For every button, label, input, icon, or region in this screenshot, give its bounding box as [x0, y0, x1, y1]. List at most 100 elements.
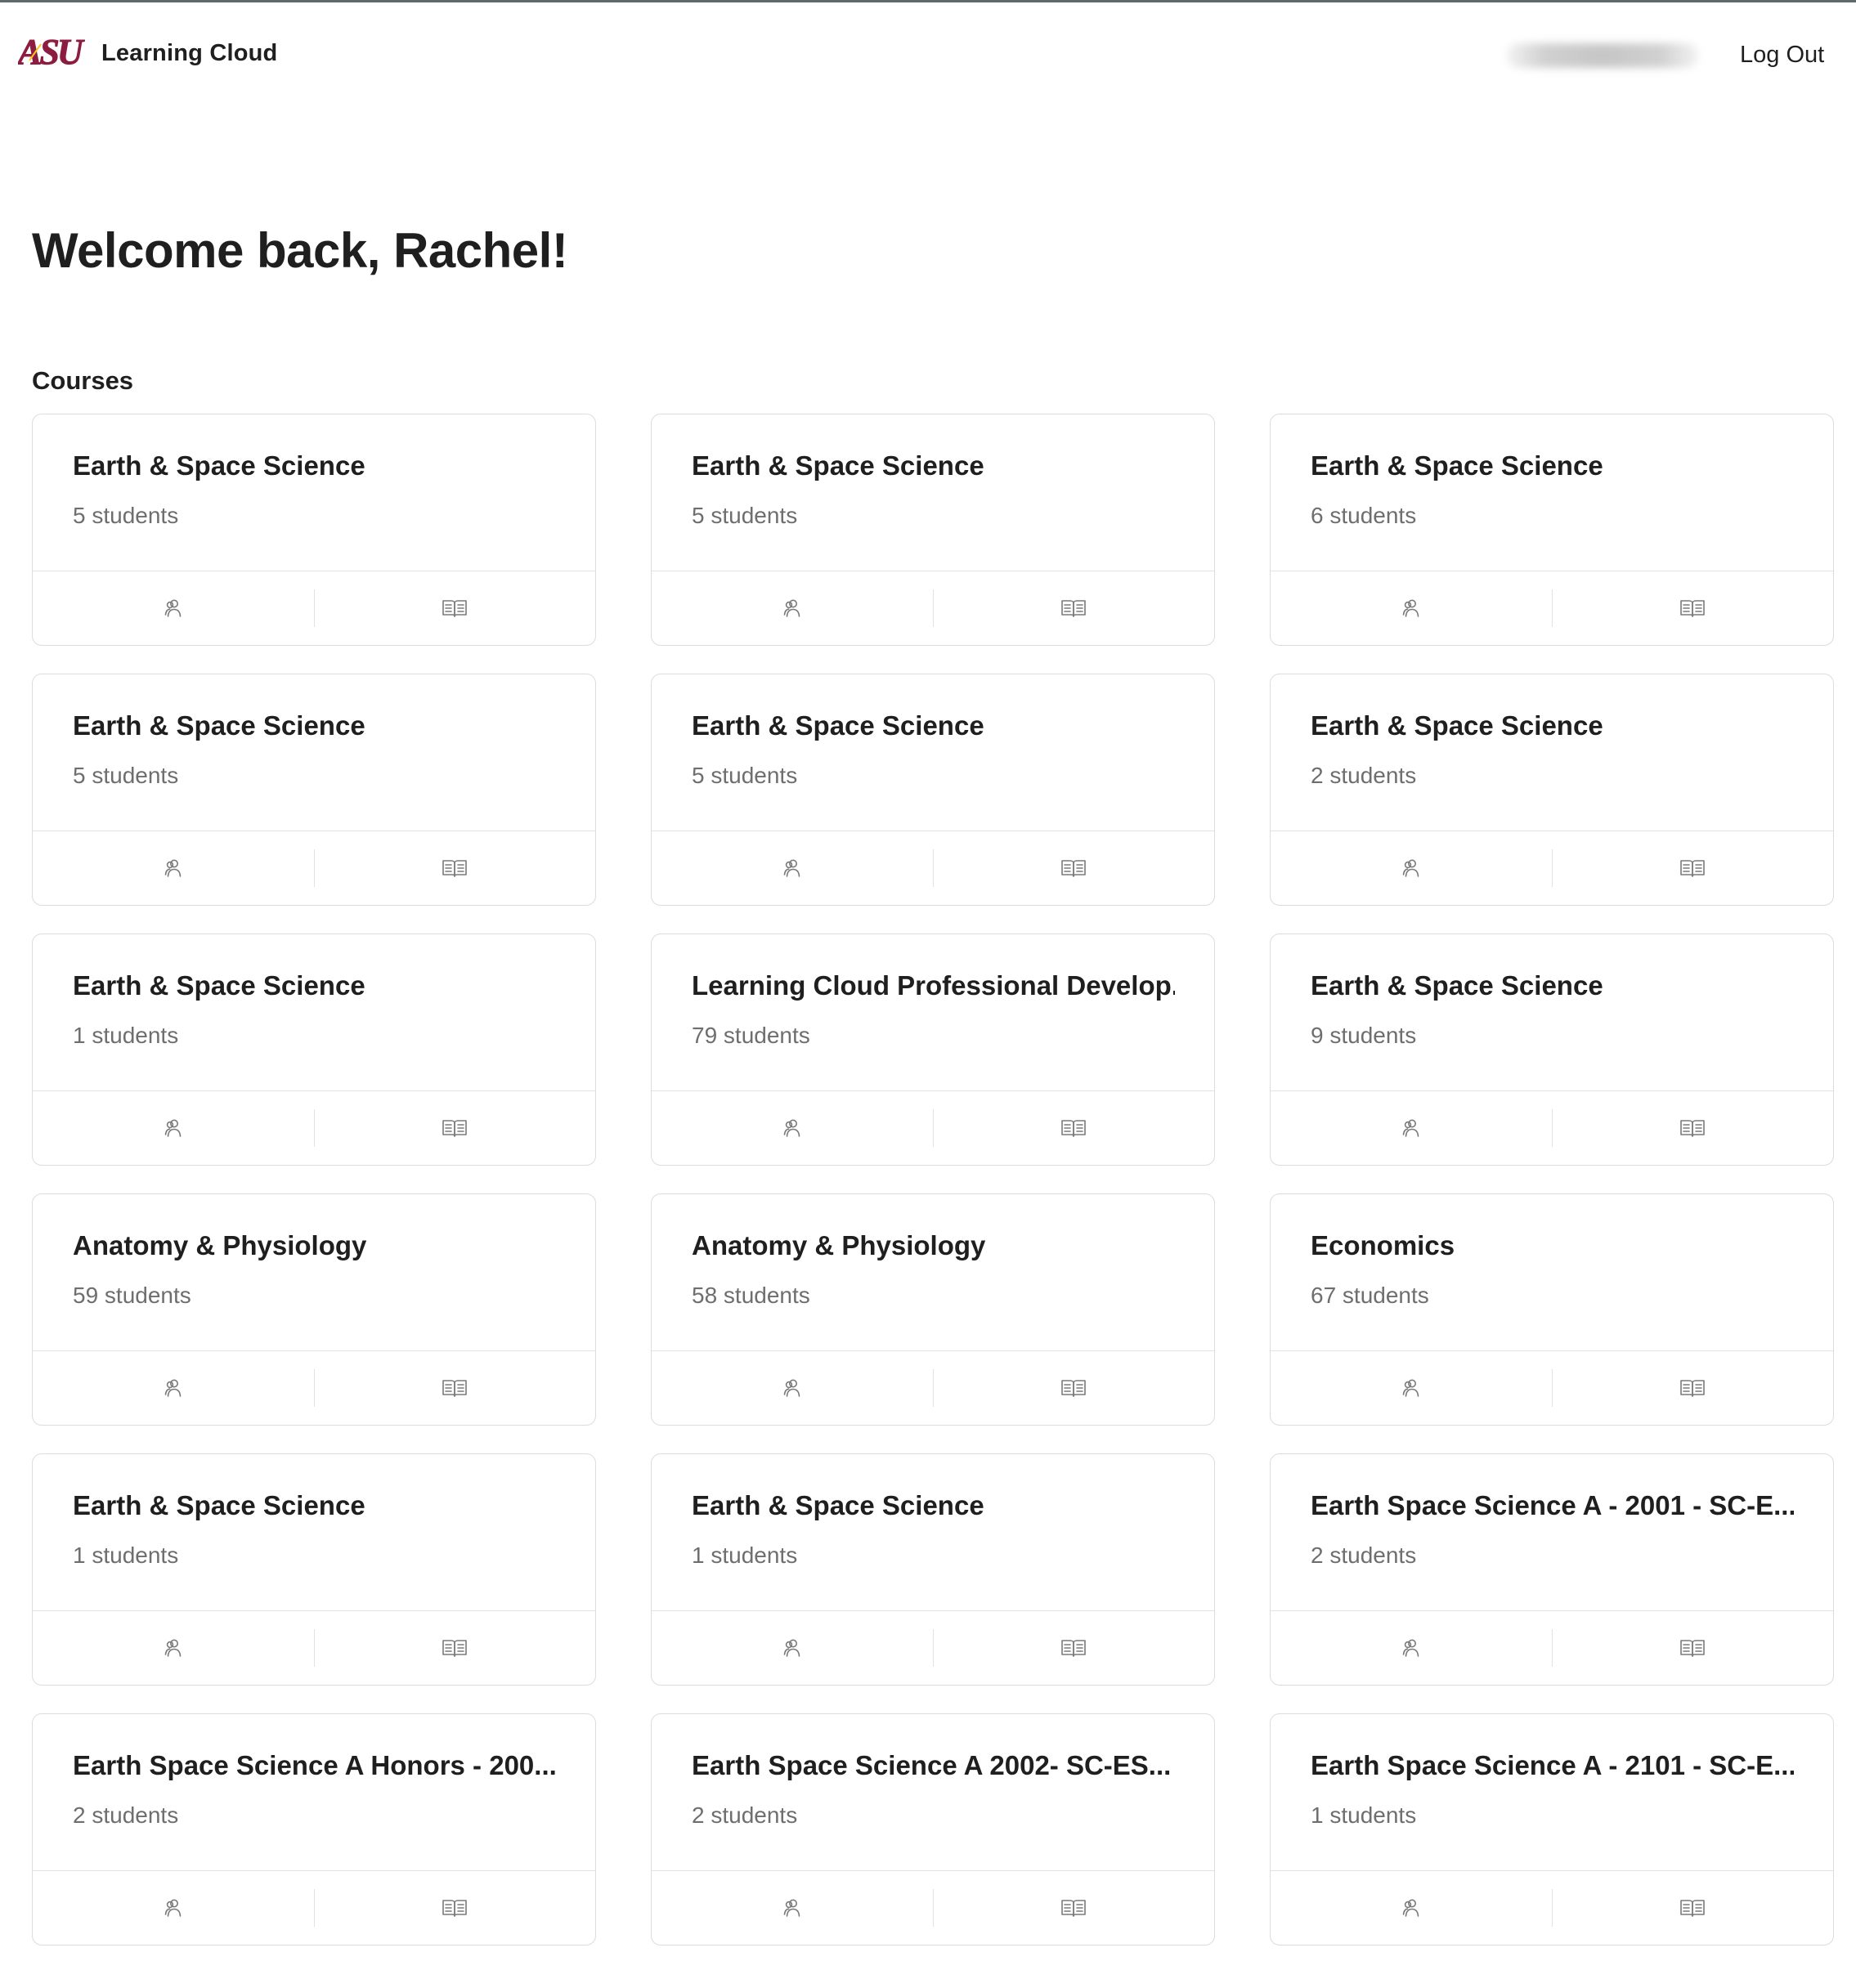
course-card-body[interactable]: Earth Space Science A 2002- SC-ES... 2 s…	[652, 1714, 1214, 1871]
course-card[interactable]: Earth Space Science A Honors - 200... 2 …	[32, 1713, 596, 1945]
content-button[interactable]	[1553, 1351, 1834, 1425]
students-button[interactable]	[1271, 1091, 1552, 1165]
course-card-body[interactable]: Earth & Space Science 1 students	[33, 1454, 595, 1611]
content-button[interactable]	[934, 1871, 1215, 1945]
course-card[interactable]: Earth & Space Science 5 students	[32, 674, 596, 906]
course-card-body[interactable]: Earth Space Science A - 2101 - SC-E... 1…	[1271, 1714, 1833, 1871]
content-button[interactable]	[315, 1871, 596, 1945]
students-button[interactable]	[33, 571, 314, 645]
course-card[interactable]: Earth Space Science A - 2101 - SC-E... 1…	[1270, 1713, 1834, 1945]
course-student-count: 2 students	[692, 1802, 798, 1828]
book-open-icon	[1679, 1117, 1706, 1139]
content-button[interactable]	[315, 1091, 596, 1165]
users-icon	[1400, 857, 1423, 880]
students-button[interactable]	[1271, 1611, 1552, 1685]
course-card[interactable]: Earth Space Science A - 2001 - SC-E... 2…	[1270, 1453, 1834, 1686]
students-button[interactable]	[652, 831, 933, 905]
content-button[interactable]	[934, 1091, 1215, 1165]
content-button[interactable]	[1553, 1091, 1834, 1165]
course-card[interactable]: Earth & Space Science 1 students	[32, 1453, 596, 1686]
content-button[interactable]	[1553, 831, 1834, 905]
course-card-body[interactable]: Earth & Space Science 1 students	[652, 1454, 1214, 1611]
course-card-body[interactable]: Earth & Space Science 5 students	[652, 674, 1214, 831]
users-icon	[781, 1377, 804, 1399]
students-button[interactable]	[33, 1871, 314, 1945]
users-icon	[162, 1377, 185, 1399]
book-open-icon	[1060, 598, 1087, 619]
content-button[interactable]	[1553, 1611, 1834, 1685]
students-button[interactable]	[33, 1351, 314, 1425]
students-button[interactable]	[1271, 1351, 1552, 1425]
course-card-body[interactable]: Earth & Space Science 5 students	[33, 414, 595, 571]
course-card[interactable]: Earth & Space Science 6 students	[1270, 414, 1834, 646]
course-title: Earth Space Science A 2002- SC-ES...	[692, 1750, 1172, 1780]
content-button[interactable]	[934, 1611, 1215, 1685]
students-button[interactable]	[652, 1611, 933, 1685]
course-card[interactable]: Anatomy & Physiology 58 students	[651, 1193, 1215, 1426]
students-button[interactable]	[33, 1091, 314, 1165]
course-student-count: 1 students	[1311, 1802, 1417, 1828]
course-card[interactable]: Earth & Space Science 1 students	[651, 1453, 1215, 1686]
course-card-body[interactable]: Earth & Space Science 1 students	[33, 934, 595, 1091]
course-card-body[interactable]: Earth Space Science A - 2001 - SC-E... 2…	[1271, 1454, 1833, 1611]
course-card-body[interactable]: Learning Cloud Professional Develop... 7…	[652, 934, 1214, 1091]
course-title: Earth & Space Science	[73, 970, 365, 1001]
users-icon	[781, 1117, 804, 1140]
course-card-actions	[652, 1091, 1214, 1165]
students-button[interactable]	[652, 1351, 933, 1425]
course-card-body[interactable]: Earth & Space Science 9 students	[1271, 934, 1833, 1091]
content-button[interactable]	[1553, 571, 1834, 645]
logout-button[interactable]: Log Out	[1740, 42, 1824, 69]
course-card-body[interactable]: Anatomy & Physiology 58 students	[652, 1194, 1214, 1351]
course-card[interactable]: Earth & Space Science 2 students	[1270, 674, 1834, 906]
users-icon	[162, 597, 185, 620]
course-title: Learning Cloud Professional Develop...	[692, 970, 1175, 1001]
course-card-body[interactable]: Earth & Space Science 5 students	[652, 414, 1214, 571]
students-button[interactable]	[652, 1871, 933, 1945]
content-button[interactable]	[1553, 1871, 1834, 1945]
course-card[interactable]: Earth & Space Science 9 students	[1270, 934, 1834, 1166]
content-button[interactable]	[934, 831, 1215, 905]
content-button[interactable]	[315, 1351, 596, 1425]
students-button[interactable]	[33, 831, 314, 905]
course-card-actions	[33, 1091, 595, 1165]
content-button[interactable]	[315, 1611, 596, 1685]
content-button[interactable]	[315, 831, 596, 905]
course-card[interactable]: Learning Cloud Professional Develop... 7…	[651, 934, 1215, 1166]
course-card[interactable]: Earth & Space Science 1 students	[32, 934, 596, 1166]
course-card-body[interactable]: Economics 67 students	[1271, 1194, 1833, 1351]
course-card-body[interactable]: Earth & Space Science 2 students	[1271, 674, 1833, 831]
book-open-icon	[442, 1897, 468, 1919]
students-button[interactable]	[1271, 571, 1552, 645]
content-button[interactable]	[315, 571, 596, 645]
course-student-count: 2 students	[1311, 763, 1417, 788]
course-card[interactable]: Earth Space Science A 2002- SC-ES... 2 s…	[651, 1713, 1215, 1945]
book-open-icon	[442, 857, 468, 879]
course-card-actions	[1271, 1351, 1833, 1425]
students-button[interactable]	[1271, 1871, 1552, 1945]
course-card[interactable]: Anatomy & Physiology 59 students	[32, 1193, 596, 1426]
course-card[interactable]: Economics 67 students	[1270, 1193, 1834, 1426]
course-student-count: 2 students	[73, 1802, 179, 1828]
course-card-actions	[652, 1351, 1214, 1425]
students-button[interactable]	[1271, 831, 1552, 905]
course-card-body[interactable]: Earth & Space Science 5 students	[33, 674, 595, 831]
students-button[interactable]	[652, 571, 933, 645]
course-card-body[interactable]: Earth & Space Science 6 students	[1271, 414, 1833, 571]
course-card-body[interactable]: Anatomy & Physiology 59 students	[33, 1194, 595, 1351]
students-button[interactable]	[652, 1091, 933, 1165]
course-card-actions	[33, 1351, 595, 1425]
students-button[interactable]	[33, 1611, 314, 1685]
course-card[interactable]: Earth & Space Science 5 students	[32, 414, 596, 646]
course-card[interactable]: Earth & Space Science 5 students	[651, 414, 1215, 646]
users-icon	[162, 1117, 185, 1140]
course-student-count: 79 students	[692, 1023, 810, 1048]
content-button[interactable]	[934, 571, 1215, 645]
content-button[interactable]	[934, 1351, 1215, 1425]
users-icon	[162, 857, 185, 880]
app-name[interactable]: Learning Cloud	[101, 40, 277, 67]
top-navbar: ASU Learning Cloud Log Out	[0, 2, 1856, 104]
course-card[interactable]: Earth & Space Science 5 students	[651, 674, 1215, 906]
asu-logo[interactable]: ASU	[18, 35, 85, 69]
course-card-body[interactable]: Earth Space Science A Honors - 200... 2 …	[33, 1714, 595, 1871]
